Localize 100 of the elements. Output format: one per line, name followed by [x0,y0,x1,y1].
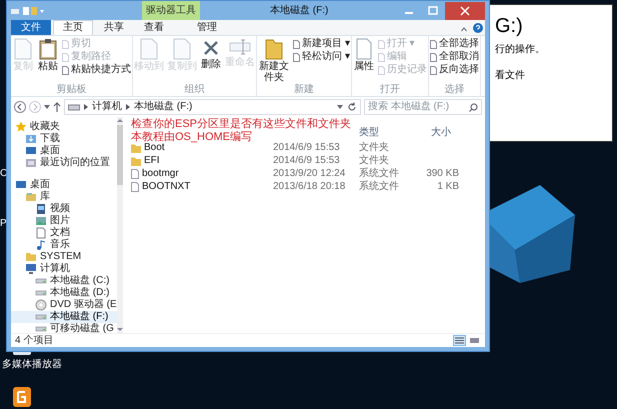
folder-icon [25,251,37,263]
dropdown-icon[interactable] [337,104,343,110]
nav-item[interactable]: 库 [11,191,117,203]
nav-item[interactable]: 最近访问的位置 [11,157,117,169]
ribbon-button[interactable]: 全部选择 [430,38,479,50]
desktop-icon-label: 多媒体播放器 [2,359,62,371]
tiles-icon [470,337,479,344]
desktop-icon [15,179,27,191]
nav-item[interactable]: 桌面 [11,179,117,191]
nav-item[interactable]: 视频 [11,203,117,215]
ribbon-button[interactable]: 属性 [352,38,375,84]
nav-item[interactable]: 计算机 [11,263,117,275]
help-icon[interactable] [473,23,483,33]
file-name: BOOTNXT [142,181,190,193]
desktop-icon-label: P [0,218,7,230]
ribbon-tab[interactable]: 管理 [185,20,229,35]
search-field[interactable]: 搜索 本地磁盘 (F:) [364,99,482,115]
ribbon-button[interactable]: 粘贴 [37,38,59,84]
app-icon [13,387,31,407]
breadcrumb[interactable]: 计算机 [92,101,122,113]
file-size: 390 KB [425,168,459,180]
file-date: 2014/6/9 15:53 [273,142,341,154]
ribbon-button[interactable]: 新建文件夹 [258,38,290,84]
column-header[interactable]: 类型 [359,127,431,139]
nav-item[interactable]: 本地磁盘 (D:) [11,287,117,299]
nav-item[interactable]: DVD 驱动器 (E [11,299,117,311]
file-date: 2013/9/20 12:24 [273,168,346,180]
star-icon [15,121,27,133]
nav-item[interactable]: 桌面 [11,145,117,157]
ribbon-button[interactable]: 轻松访问 ▾ [293,51,350,63]
dropdown-icon[interactable] [44,104,50,110]
ribbon-group-label: 组织 [184,84,206,96]
file-type: 系统文件 [359,168,400,180]
file-date: 2014/6/9 15:53 [273,155,341,167]
document-icon [35,227,47,239]
file-name: bootmgr [142,168,179,180]
ribbon-button[interactable]: 反向选择 [430,64,479,76]
details-view-button[interactable] [453,335,466,346]
delete-icon [204,40,218,56]
document-text: G:) [495,14,524,39]
nav-item[interactable]: 音乐 [11,239,117,251]
nav-item[interactable]: 图片 [11,215,117,227]
breadcrumb[interactable]: 本地磁盘 (F:) [134,101,192,113]
properties-icon [356,38,372,60]
download-icon [25,133,37,145]
file-type: 文件夹 [359,155,390,167]
document-icon [140,38,158,60]
ribbon-button[interactable]: 删除 [200,38,222,84]
collapse-ribbon-icon[interactable] [461,27,467,32]
file-size: 1 KB [436,181,459,193]
file-date: 2013/6/18 20:18 [273,181,346,193]
up-arrow-icon[interactable] [53,102,61,112]
annotation-text: 本教程由OS_HOME编写 [131,131,254,143]
document-icon [173,38,191,60]
document-text: 看文件 [495,69,526,83]
file-row[interactable]: bootmgr 2013/9/20 12:24 系统文件 390 KB [123,168,485,180]
column-header[interactable]: 大小 [431,127,451,139]
nav-item[interactable]: 收藏夹 [11,121,117,133]
scrollbar[interactable] [116,117,123,333]
tiles-view-button[interactable] [468,335,481,346]
close-button[interactable] [445,2,485,20]
search-icon[interactable] [469,102,478,112]
file-row[interactable]: EFI 2014/6/9 15:53 文件夹 [123,155,485,167]
file-type: 系统文件 [359,181,400,193]
file-row[interactable]: BOOTNXT 2013/6/18 20:18 系统文件 1 KB [123,181,485,193]
ribbon-group-label: 剪贴板 [56,84,88,96]
ribbon-tab[interactable]: 查看 [135,20,173,35]
ribbon-button[interactable]: 粘贴快捷方式 [62,64,131,76]
file-name: EFI [144,155,160,167]
refresh-icon[interactable] [347,102,357,112]
library-icon [25,191,37,203]
nav-item[interactable]: 文档 [11,227,117,239]
nav-item[interactable]: SYSTEM [11,251,117,263]
context-tab-label: 驱动器工具 [142,1,200,20]
ribbon-tab[interactable]: 文件 [11,20,51,35]
video-icon [35,203,47,215]
nav-item[interactable]: 下载 [11,133,117,145]
file-row[interactable]: Boot 2014/6/9 15:53 文件夹 [123,142,485,154]
back-button[interactable] [14,101,26,113]
ribbon-button[interactable]: 新建项目 ▾ [293,38,350,50]
recent-places-icon [25,157,37,169]
desktop-icon [25,145,37,157]
chevron-icon [84,104,88,110]
ribbon-button[interactable]: 全部取消 [430,51,479,63]
disc-icon [35,299,47,311]
ribbon-tab[interactable]: 共享 [95,20,133,35]
ribbon-group-label: 选择 [443,84,466,96]
ribbon-group-label: 新建 [292,84,315,96]
window-title: 本地磁盘 (F:) [270,4,328,16]
ribbon-tab[interactable]: 主页 [53,20,93,35]
chevron-icon [126,104,130,110]
rename-icon [229,38,251,56]
nav-item[interactable]: 本地磁盘 (F:) [11,311,117,323]
drive-icon [68,103,80,111]
document-icon [14,38,32,60]
picture-icon [35,215,47,227]
computer-icon [25,263,37,275]
nav-item[interactable]: 本地磁盘 (C:) [11,275,117,287]
nav-item[interactable]: 可移动磁盘 (G [11,323,117,335]
address-field[interactable]: 计算机 本地磁盘 (F:) [64,99,361,115]
